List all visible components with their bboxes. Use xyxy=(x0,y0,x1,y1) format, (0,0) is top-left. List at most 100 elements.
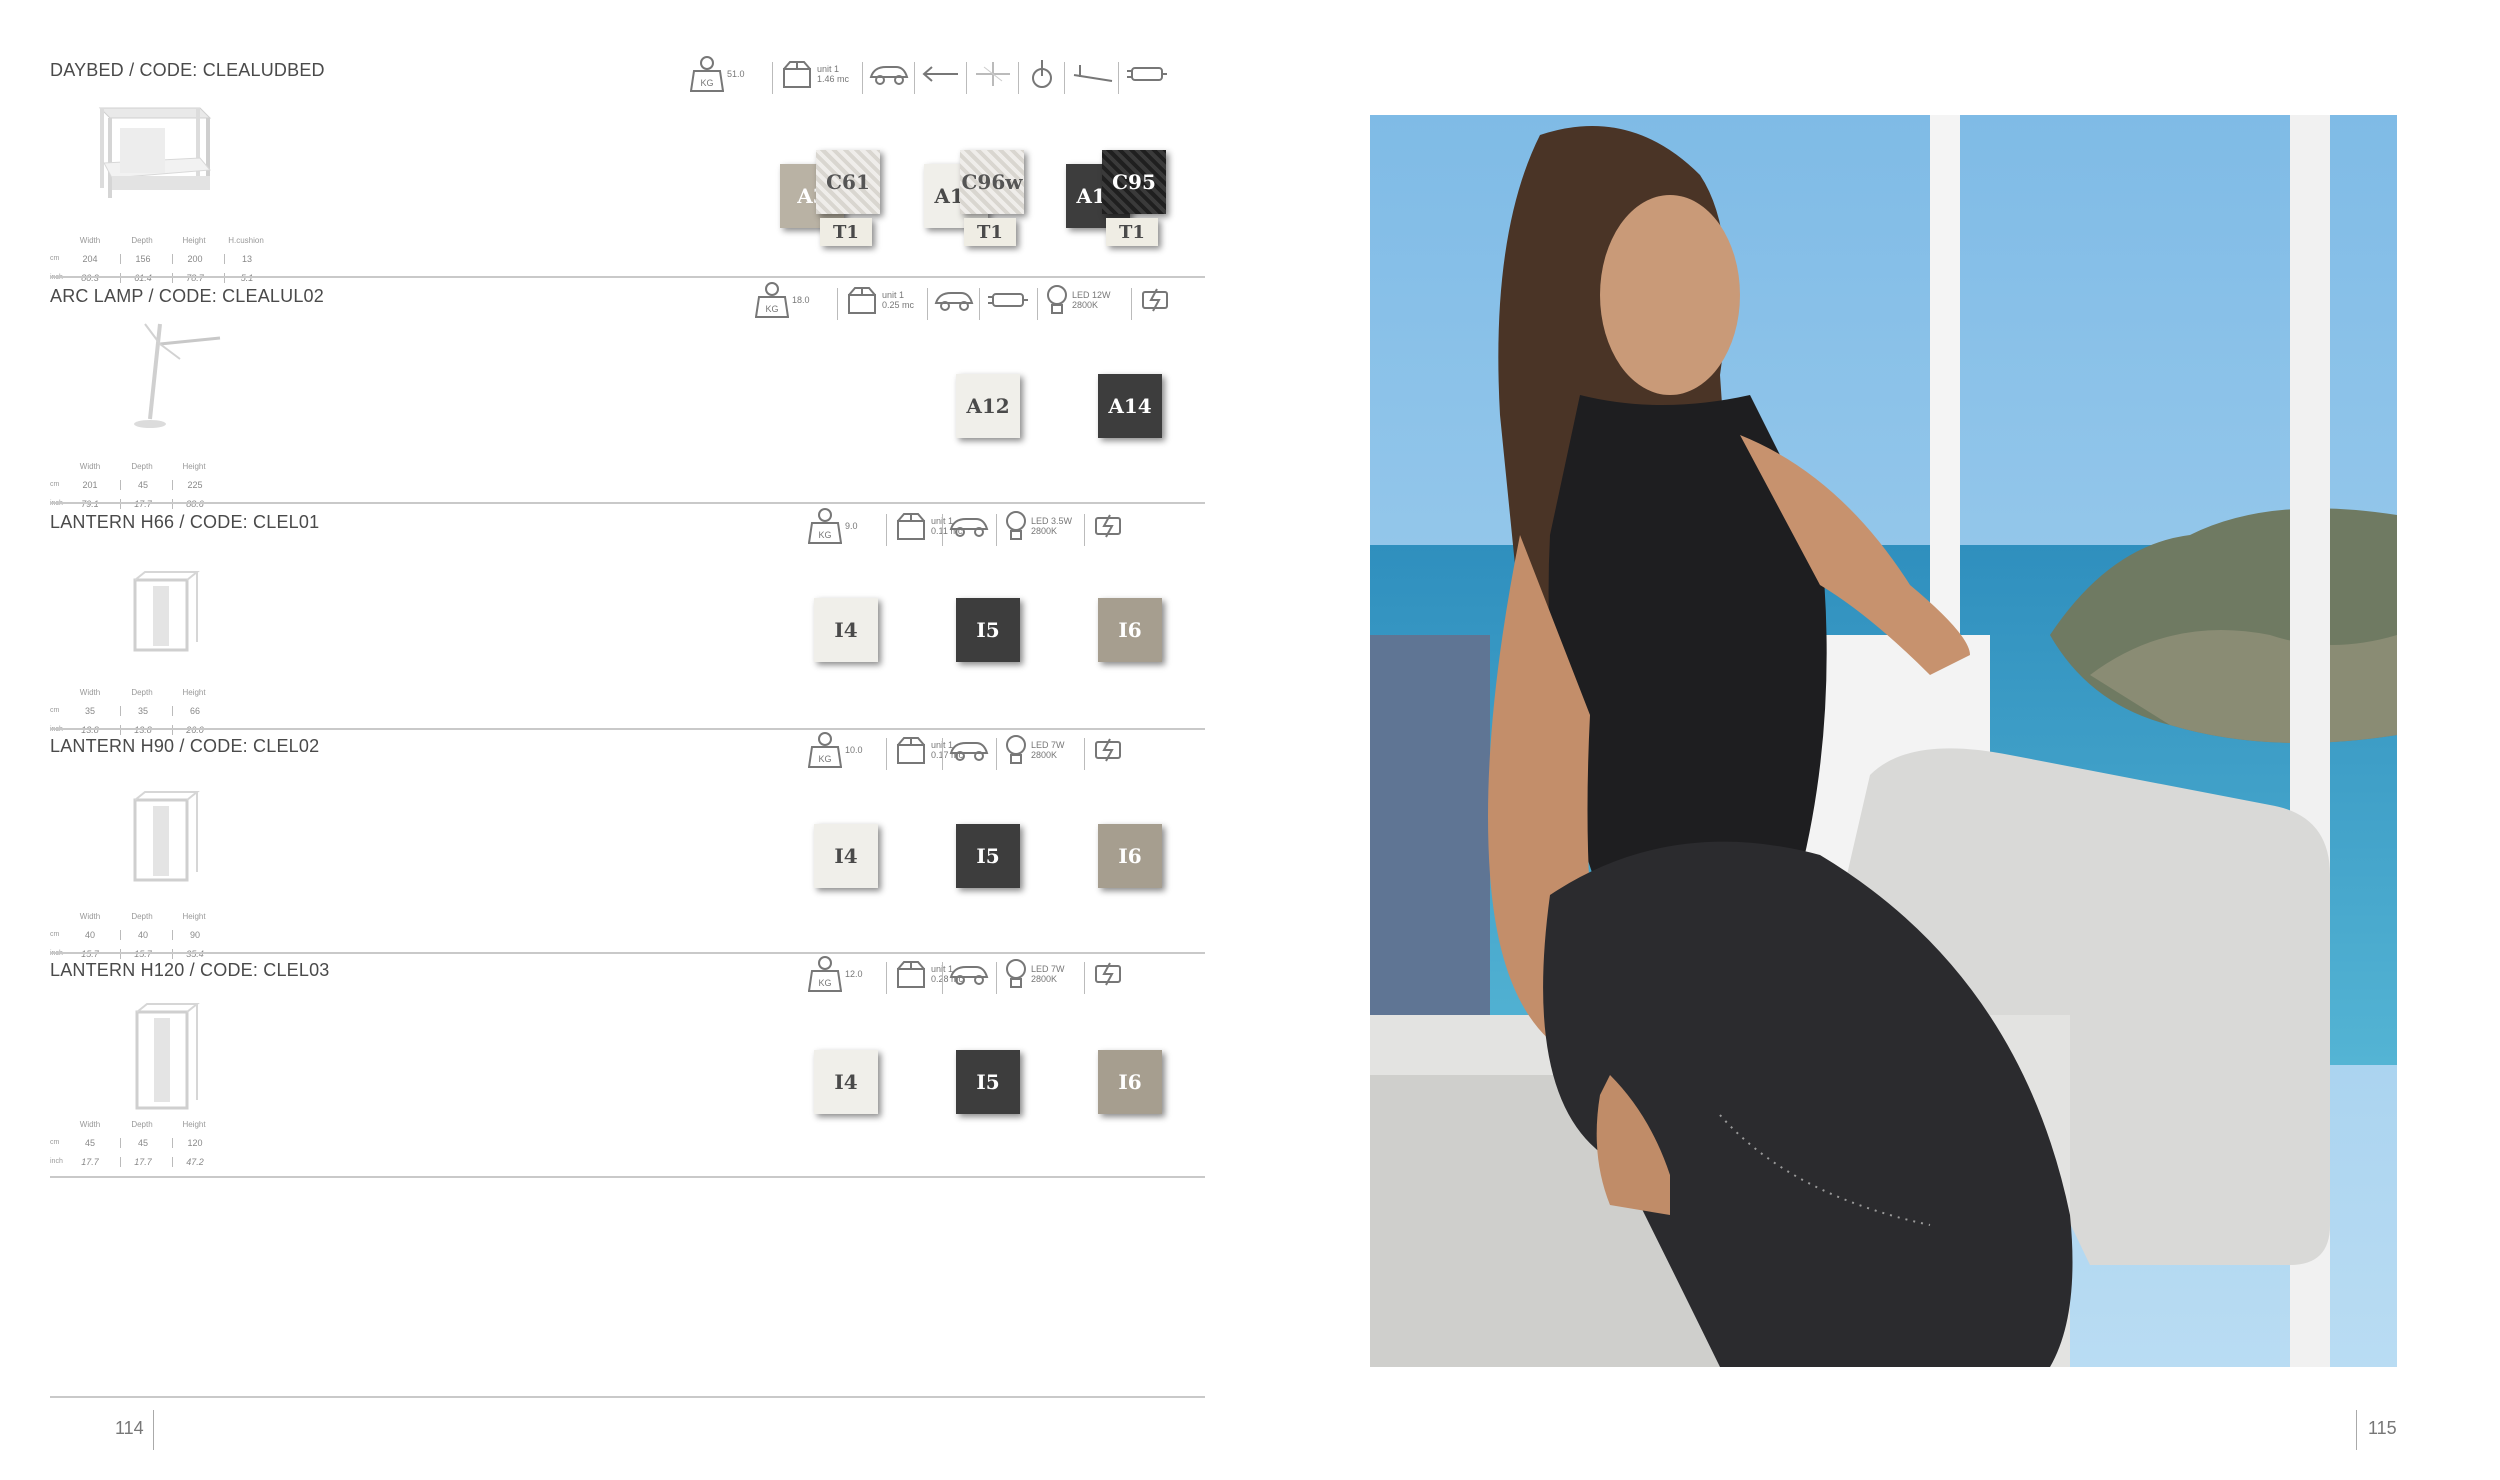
dim-header-hcushion: H.cushion xyxy=(228,236,264,245)
page-number-divider xyxy=(153,1410,154,1450)
swatch-weave: C96w xyxy=(960,150,1024,214)
led-power: LED 7W xyxy=(1031,740,1065,750)
product-image-arc-lamp xyxy=(50,314,310,444)
weight-value: 10.0 xyxy=(845,745,863,755)
box-volume: 0.25 mc xyxy=(882,300,915,310)
product-title: LANTERN H90 / CODE: CLEL02 xyxy=(50,736,320,756)
swatch-frame-color: I6 xyxy=(1098,598,1162,662)
plane-icon xyxy=(974,54,1012,94)
kg-label: KG xyxy=(818,754,831,764)
box-units: unit 1 xyxy=(882,290,905,300)
unit-label-cm: cm xyxy=(50,931,60,938)
dim-value: 13 xyxy=(224,254,269,264)
kg-label: KG xyxy=(818,530,831,540)
dim-header-width: Width xyxy=(79,236,101,245)
dim-header-height: Height xyxy=(182,236,206,245)
product-lantern-h120: LANTERN H120 / CODE: CLEL03 Width Depth … xyxy=(50,954,1205,1178)
led-power: LED 7W xyxy=(1031,964,1065,974)
dim-header-depth: Depth xyxy=(131,688,153,697)
dim-value: 156 xyxy=(120,254,165,264)
unit-label-inch: inch xyxy=(50,1158,63,1165)
product-daybed: DAYBED / CODE: CLEALUDBED Width Depth He… xyxy=(50,54,1205,283)
dim-value: 45 xyxy=(84,1138,95,1148)
swatch-frame-color: I5 xyxy=(956,824,1020,888)
charging-icon xyxy=(1092,730,1126,770)
dim-header-depth: Depth xyxy=(131,912,153,921)
swatch-frame-color: A14 xyxy=(1098,374,1162,438)
dim-header-height: Height xyxy=(182,462,206,471)
led-bulb-icon: LED 3.5W 2800K xyxy=(1004,506,1072,546)
led-temperature: 2800K xyxy=(1031,974,1058,984)
weight-value: 9.0 xyxy=(845,521,858,531)
spec-icons: KG 12.0 unit 1 0.28 mc LED 7W 2800K xyxy=(808,954,1208,1004)
swatch-frame-color: I4 xyxy=(814,598,878,662)
swatch-frame-color: A12 xyxy=(956,374,1020,438)
led-temperature: 2800K xyxy=(1031,750,1058,760)
courier-truck-icon xyxy=(948,954,990,994)
plug-icon xyxy=(1126,54,1168,94)
product-image-daybed xyxy=(50,88,310,218)
product-lantern-h90: LANTERN H90 / CODE: CLEL02 Width Depth H… xyxy=(50,730,1208,959)
led-temperature: 2800K xyxy=(1072,300,1099,310)
led-temperature: 2800K xyxy=(1031,526,1058,536)
swatch-fabric: T1 xyxy=(820,218,872,246)
dim-header-height: Height xyxy=(182,912,206,921)
dim-value: 225 xyxy=(172,480,217,490)
swatch-weave: C95 xyxy=(1102,150,1166,214)
dim-value: 17.7 xyxy=(120,1157,165,1167)
section-divider xyxy=(50,1176,1205,1178)
unit-label-cm: cm xyxy=(50,481,60,488)
product-title: ARC LAMP / CODE: CLEALUL02 xyxy=(50,286,324,306)
courier-truck-icon xyxy=(868,54,910,94)
swatch-frame-color: I4 xyxy=(814,1050,878,1114)
dim-value: 40 xyxy=(84,930,95,940)
product-title: DAYBED / CODE: CLEALUDBED xyxy=(50,60,325,80)
footer-rule xyxy=(50,1396,1205,1398)
spec-icons: KG 10.0 unit 1 0.17 mc LED 7W 2800K xyxy=(808,730,1208,780)
dim-value: 90 xyxy=(172,930,217,940)
page-number-divider xyxy=(2356,1410,2357,1450)
swatch-frame-color: I6 xyxy=(1098,824,1162,888)
product-title: LANTERN H66 / CODE: CLEL01 xyxy=(50,512,320,532)
section-divider xyxy=(50,502,1205,504)
box-units: unit 1 xyxy=(817,64,840,74)
charging-icon xyxy=(1139,280,1173,320)
box-volume: 1.46 mc xyxy=(817,74,850,84)
unit-label-cm: cm xyxy=(50,707,60,714)
dim-value: 201 xyxy=(82,480,98,490)
swatch-weave: C61 xyxy=(816,150,880,214)
weight-icon: KG 10.0 xyxy=(808,730,863,770)
page-number-left: 114 xyxy=(115,1418,144,1438)
spec-icons: KG 9.0 unit 1 0.11 mc LED 3.5W 2800K xyxy=(808,506,1208,556)
led-bulb-icon: LED 7W 2800K xyxy=(1004,954,1065,994)
dim-header-depth: Depth xyxy=(131,236,153,245)
product-image-lantern-h66 xyxy=(50,540,310,670)
swatch-frame-color: I5 xyxy=(956,598,1020,662)
kg-label: KG xyxy=(765,304,778,314)
dim-header-depth: Depth xyxy=(131,1120,153,1129)
dim-value: 45 xyxy=(120,1138,165,1148)
lifestyle-photo xyxy=(1370,115,2397,1367)
weight-value: 12.0 xyxy=(845,969,863,979)
product-lantern-h66: LANTERN H66 / CODE: CLEL01 Width Depth H… xyxy=(50,506,1208,735)
dim-value: 120 xyxy=(172,1138,217,1148)
plug-icon xyxy=(987,280,1029,320)
dim-value: 66 xyxy=(172,706,217,716)
spec-icons: KG 51.0 unit 1 1.46 mc xyxy=(690,54,1210,104)
dim-header-width: Width xyxy=(79,688,101,697)
page-number-right: 115 xyxy=(2368,1418,2397,1438)
product-title: LANTERN H120 / CODE: CLEL03 xyxy=(50,960,330,980)
dim-value: 200 xyxy=(172,254,217,264)
weight-icon: KG 9.0 xyxy=(808,506,858,546)
weight-icon: KG 18.0 xyxy=(755,280,810,320)
dim-value: 40 xyxy=(120,930,165,940)
kg-label: KG xyxy=(700,78,713,88)
kg-label: KG xyxy=(818,978,831,988)
unit-label-cm: cm xyxy=(50,255,60,262)
dimensions-table: Width Depth Height cm 45 45 120 inch 17.… xyxy=(50,1116,290,1173)
led-bulb-icon: LED 7W 2800K xyxy=(1004,730,1065,770)
dim-value: 17.7 xyxy=(81,1157,99,1167)
box-icon: unit 1 0.25 mc xyxy=(845,280,914,320)
dim-value: 45 xyxy=(120,480,165,490)
led-power: LED 3.5W xyxy=(1031,516,1073,526)
